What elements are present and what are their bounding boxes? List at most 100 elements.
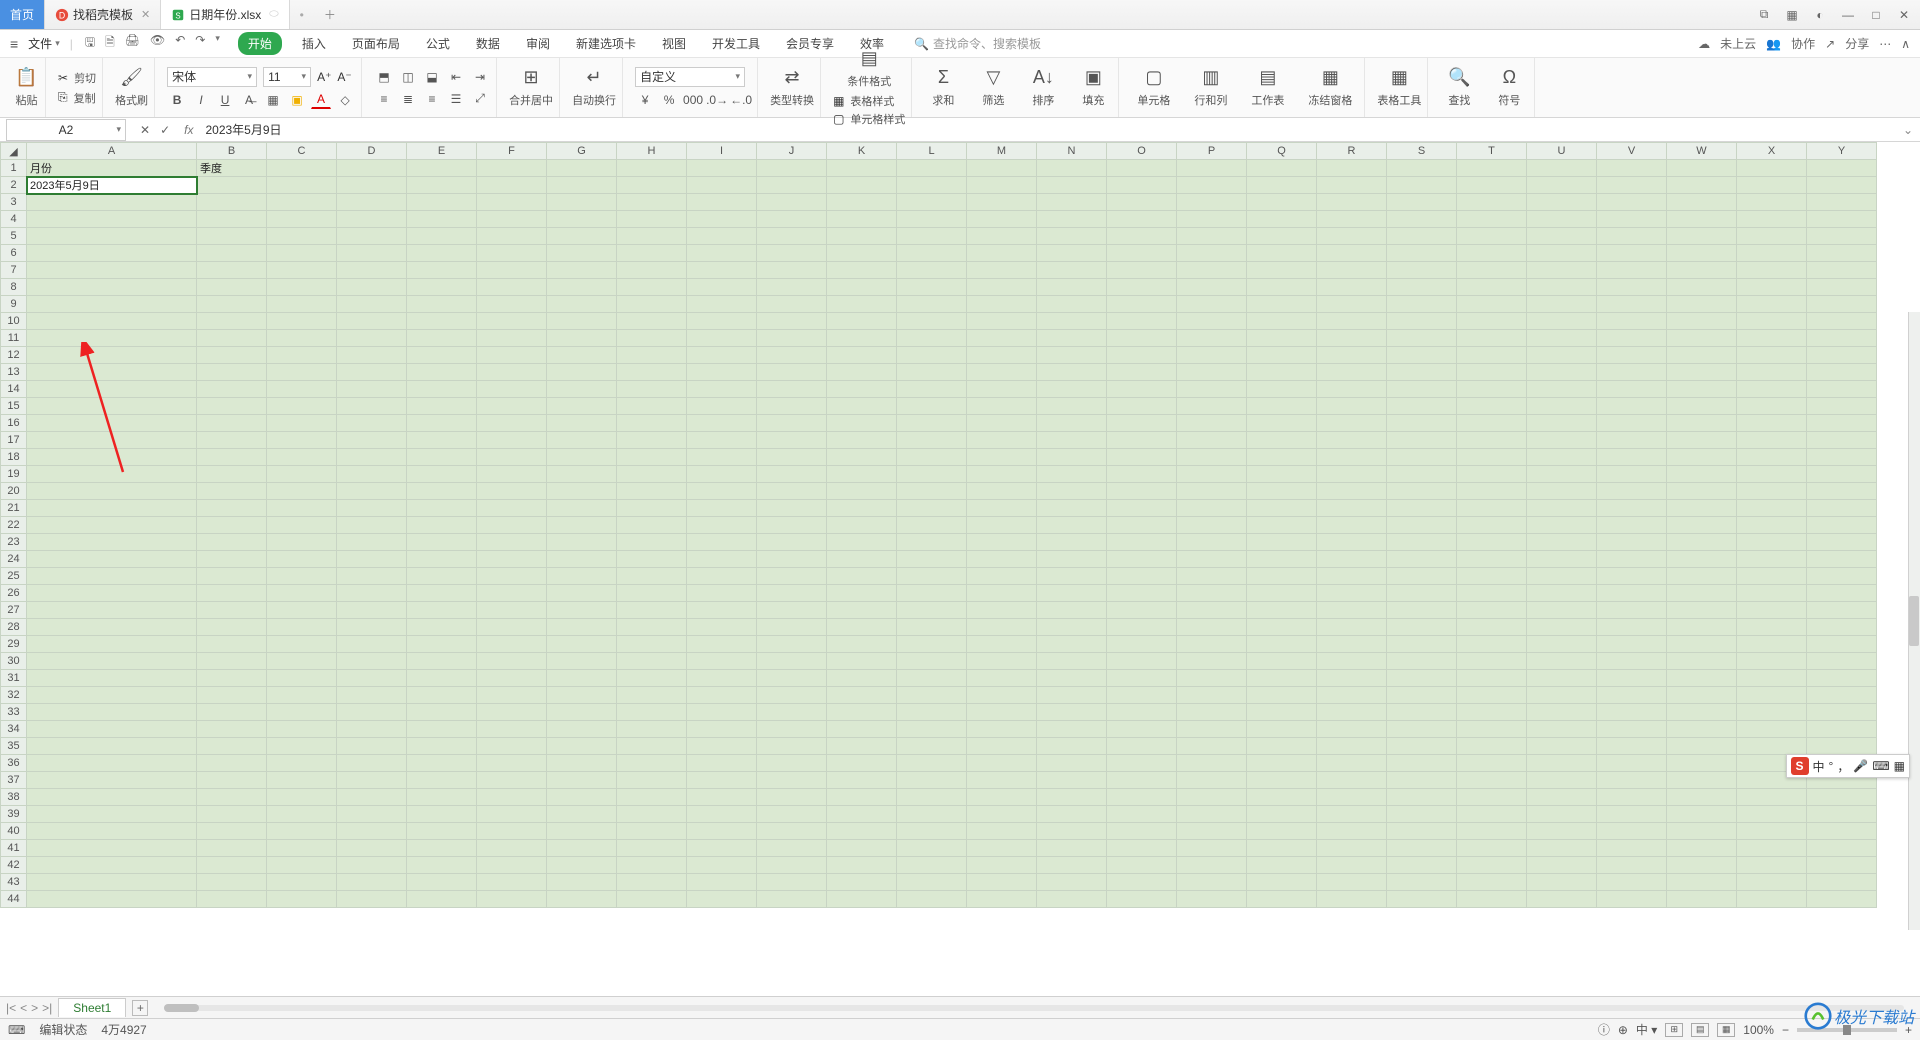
cell-D19[interactable] bbox=[337, 466, 407, 483]
cell-C18[interactable] bbox=[267, 449, 337, 466]
cell-H36[interactable] bbox=[617, 755, 687, 772]
cell-M32[interactable] bbox=[967, 687, 1037, 704]
cell-H25[interactable] bbox=[617, 568, 687, 585]
ime-mic-icon[interactable]: 🎤 bbox=[1853, 759, 1868, 773]
cloud-icon[interactable]: ☁ bbox=[1698, 37, 1710, 51]
cell-H35[interactable] bbox=[617, 738, 687, 755]
cell-T2[interactable] bbox=[1457, 177, 1527, 194]
cell-D41[interactable] bbox=[337, 840, 407, 857]
ime-grid-icon[interactable]: ▦ bbox=[1894, 759, 1905, 773]
cell-E44[interactable] bbox=[407, 891, 477, 908]
decrease-font-icon[interactable]: A⁻ bbox=[337, 70, 351, 84]
cell-P7[interactable] bbox=[1177, 262, 1247, 279]
cell-I14[interactable] bbox=[687, 381, 757, 398]
tab-template[interactable]: D 找稻壳模板 ✕ bbox=[45, 0, 161, 29]
cell-O4[interactable] bbox=[1107, 211, 1177, 228]
cell-G1[interactable] bbox=[547, 160, 617, 177]
cell-F25[interactable] bbox=[477, 568, 547, 585]
cell-L12[interactable] bbox=[897, 347, 967, 364]
col-header-W[interactable]: W bbox=[1667, 143, 1737, 160]
collab-label[interactable]: 协作 bbox=[1791, 35, 1815, 52]
cell-I29[interactable] bbox=[687, 636, 757, 653]
cell-G7[interactable] bbox=[547, 262, 617, 279]
cell-H7[interactable] bbox=[617, 262, 687, 279]
cell-I7[interactable] bbox=[687, 262, 757, 279]
cell-W38[interactable] bbox=[1667, 789, 1737, 806]
cell-T23[interactable] bbox=[1457, 534, 1527, 551]
cell-O14[interactable] bbox=[1107, 381, 1177, 398]
cell-A31[interactable] bbox=[27, 670, 197, 687]
cell-E8[interactable] bbox=[407, 279, 477, 296]
cell-R15[interactable] bbox=[1317, 398, 1387, 415]
cell-V6[interactable] bbox=[1597, 245, 1667, 262]
cell-U40[interactable] bbox=[1527, 823, 1597, 840]
cell-P44[interactable] bbox=[1177, 891, 1247, 908]
cell-Q17[interactable] bbox=[1247, 432, 1317, 449]
redo-icon[interactable]: ↷ bbox=[195, 33, 205, 54]
cell-G6[interactable] bbox=[547, 245, 617, 262]
cell-S30[interactable] bbox=[1387, 653, 1457, 670]
cell-B32[interactable] bbox=[197, 687, 267, 704]
cell-S8[interactable] bbox=[1387, 279, 1457, 296]
cell-J3[interactable] bbox=[757, 194, 827, 211]
cell-P18[interactable] bbox=[1177, 449, 1247, 466]
cell-V33[interactable] bbox=[1597, 704, 1667, 721]
cell-I24[interactable] bbox=[687, 551, 757, 568]
dec-decimal-icon[interactable]: ←.0 bbox=[731, 91, 751, 109]
cell-U29[interactable] bbox=[1527, 636, 1597, 653]
cell-U17[interactable] bbox=[1527, 432, 1597, 449]
row-header-30[interactable]: 30 bbox=[1, 653, 27, 670]
cell-E10[interactable] bbox=[407, 313, 477, 330]
cell-H27[interactable] bbox=[617, 602, 687, 619]
sheet-nav-prev-icon[interactable]: < bbox=[20, 1001, 27, 1015]
print-icon[interactable]: 🖨 bbox=[125, 33, 140, 54]
cell-X40[interactable] bbox=[1737, 823, 1807, 840]
cell-R8[interactable] bbox=[1317, 279, 1387, 296]
col-header-M[interactable]: M bbox=[967, 143, 1037, 160]
cell-G42[interactable] bbox=[547, 857, 617, 874]
cell-I40[interactable] bbox=[687, 823, 757, 840]
worksheet-button[interactable]: ▤工作表 bbox=[1245, 67, 1290, 108]
cell-G10[interactable] bbox=[547, 313, 617, 330]
cell-I39[interactable] bbox=[687, 806, 757, 823]
cell-X31[interactable] bbox=[1737, 670, 1807, 687]
hamburger-icon[interactable]: ≡ bbox=[10, 36, 18, 52]
cell-G31[interactable] bbox=[547, 670, 617, 687]
cell-P28[interactable] bbox=[1177, 619, 1247, 636]
cell-E43[interactable] bbox=[407, 874, 477, 891]
cell-T9[interactable] bbox=[1457, 296, 1527, 313]
cell-E22[interactable] bbox=[407, 517, 477, 534]
cell-A6[interactable] bbox=[27, 245, 197, 262]
cell-P12[interactable] bbox=[1177, 347, 1247, 364]
cell-I31[interactable] bbox=[687, 670, 757, 687]
cell-K19[interactable] bbox=[827, 466, 897, 483]
cell-T27[interactable] bbox=[1457, 602, 1527, 619]
cell-P1[interactable] bbox=[1177, 160, 1247, 177]
tablestyle-icon[interactable]: ▦ bbox=[833, 94, 844, 108]
cell-N6[interactable] bbox=[1037, 245, 1107, 262]
cell-H3[interactable] bbox=[617, 194, 687, 211]
cell-T5[interactable] bbox=[1457, 228, 1527, 245]
cell-X8[interactable] bbox=[1737, 279, 1807, 296]
cell-Q41[interactable] bbox=[1247, 840, 1317, 857]
font-size-combo[interactable]: 11▾ bbox=[263, 67, 311, 87]
cell-Q9[interactable] bbox=[1247, 296, 1317, 313]
cell-B22[interactable] bbox=[197, 517, 267, 534]
cell-N13[interactable] bbox=[1037, 364, 1107, 381]
cell-W24[interactable] bbox=[1667, 551, 1737, 568]
cell-M34[interactable] bbox=[967, 721, 1037, 738]
col-header-R[interactable]: R bbox=[1317, 143, 1387, 160]
cell-B42[interactable] bbox=[197, 857, 267, 874]
cell-M15[interactable] bbox=[967, 398, 1037, 415]
cell-F20[interactable] bbox=[477, 483, 547, 500]
new-tab[interactable]: ＋ bbox=[314, 0, 346, 29]
row-header-25[interactable]: 25 bbox=[1, 568, 27, 585]
cell-X1[interactable] bbox=[1737, 160, 1807, 177]
cell-X34[interactable] bbox=[1737, 721, 1807, 738]
cell-U39[interactable] bbox=[1527, 806, 1597, 823]
cell-J7[interactable] bbox=[757, 262, 827, 279]
cell-X14[interactable] bbox=[1737, 381, 1807, 398]
cell-P35[interactable] bbox=[1177, 738, 1247, 755]
cell-N37[interactable] bbox=[1037, 772, 1107, 789]
cell-D23[interactable] bbox=[337, 534, 407, 551]
